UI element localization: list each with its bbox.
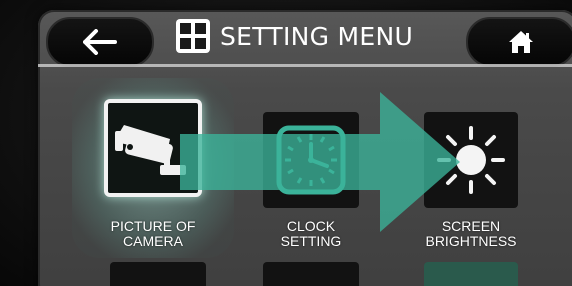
page-title: SETTING MENU xyxy=(220,21,414,51)
menu-label-picture-of-camera: PICTURE OF CAMERA xyxy=(82,219,224,249)
back-button[interactable] xyxy=(46,17,154,67)
menu-item-partial[interactable] xyxy=(110,262,206,286)
header-title-group: SETTING MENU xyxy=(176,16,413,56)
clock-icon xyxy=(276,125,346,195)
label-line: CLOCK xyxy=(286,218,336,234)
grid-icon xyxy=(176,19,210,53)
security-camera-icon xyxy=(115,125,186,175)
sun-icon xyxy=(437,126,505,194)
home-icon xyxy=(509,31,533,53)
arrow-left-icon xyxy=(83,29,117,55)
label-line: SETTING xyxy=(280,233,342,249)
menu-item-partial[interactable] xyxy=(263,262,359,286)
label-line: PICTURE OF xyxy=(110,218,196,234)
home-button[interactable] xyxy=(466,17,572,67)
menu-item-partial[interactable] xyxy=(424,262,518,286)
menu-item-screen-brightness[interactable] xyxy=(424,112,518,208)
menu-label-clock-setting: CLOCK SETTING xyxy=(260,219,362,249)
label-line: BRIGHTNESS xyxy=(425,233,517,249)
label-line: SCREEN xyxy=(441,218,501,234)
device-frame: SETTING MENU PICTURE OF CAMERA CLOCK SET… xyxy=(0,0,572,286)
label-line: CAMERA xyxy=(123,233,183,249)
tile-icon-frame xyxy=(104,99,202,197)
menu-item-clock-setting[interactable] xyxy=(263,112,359,208)
header-divider xyxy=(38,64,572,67)
menu-label-screen-brightness: SCREEN BRIGHTNESS xyxy=(412,219,530,249)
